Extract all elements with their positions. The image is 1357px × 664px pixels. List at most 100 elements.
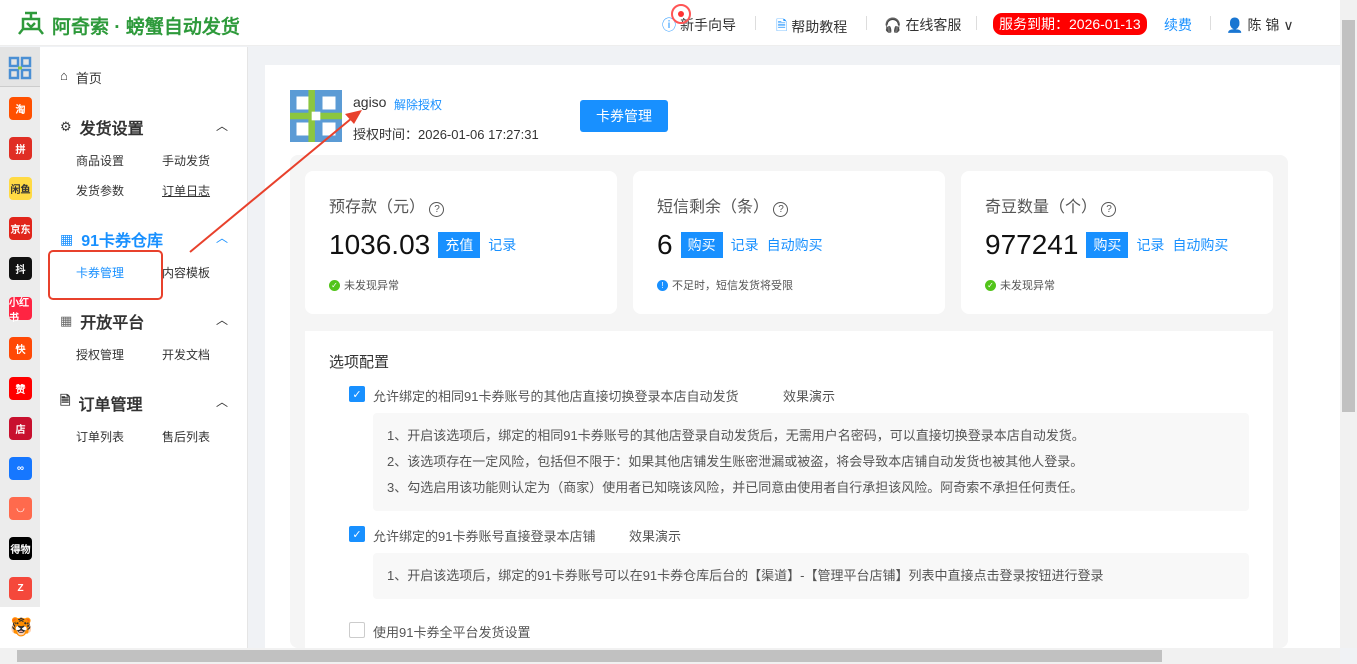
group-title: 订单管理 — [78, 397, 143, 414]
platform-icon[interactable]: 得物 — [9, 537, 32, 560]
divider — [866, 16, 867, 30]
service-link[interactable]: 🎧 在线客服 — [884, 15, 961, 35]
chevron-down-icon: ∨ — [1283, 16, 1294, 33]
opt2-checkbox[interactable]: ✓ — [349, 526, 365, 542]
brand-title: 阿奇索 · 螃蟹自动发货 — [52, 17, 240, 38]
opt1-description: 1、开启该选项后，绑定的相同91卡券账号的其他店登录自动发货后，无需用户名密码，… — [373, 413, 1249, 511]
opt1-checkbox[interactable]: ✓ — [349, 386, 365, 402]
nav-home-label: 首页 — [75, 71, 102, 86]
horizontal-scrollbar[interactable] — [0, 648, 1340, 664]
opt2-demo-link[interactable]: 效果演示 — [629, 526, 681, 545]
vertical-scrollbar[interactable] — [1340, 0, 1357, 648]
desc-line: 3、勾选启用该功能则认定为（商家）使用者已知晓该风险，并已同意由使用者自行承担该… — [387, 480, 1084, 495]
nav-item-order-list[interactable]: 订单列表 — [76, 428, 124, 445]
card-management-button[interactable]: 卡券管理 — [580, 100, 668, 132]
card-action-button[interactable]: 购买 — [1086, 232, 1129, 258]
nav-item-order-log[interactable]: 订单日志 — [162, 182, 210, 199]
help-label: 帮助教程 — [791, 19, 848, 35]
nav-home[interactable]: ⌂ 首页 — [60, 68, 102, 87]
platform-icon[interactable]: ◡ — [9, 497, 32, 520]
nav-group-open-platform[interactable]: ▦ 开放平台 — [60, 309, 144, 333]
card-link[interactable]: 自动购买 — [767, 235, 823, 255]
platform-icon[interactable]: 店 — [9, 417, 32, 440]
nav-item-dev-docs[interactable]: 开发文档 — [162, 346, 210, 363]
opt1-demo-link[interactable]: 效果演示 — [783, 386, 835, 405]
platform-icon[interactable]: 抖 — [9, 257, 32, 280]
platform-icon[interactable]: 小红书 — [9, 297, 32, 324]
card-title: 短信剩余（条） ? — [657, 193, 789, 217]
platform-icon[interactable]: Z — [9, 577, 32, 600]
platform-icon[interactable]: 淘 — [9, 97, 32, 120]
renew-link[interactable]: 续费 — [1164, 15, 1192, 35]
chevron-up-icon[interactable]: ︿ — [216, 311, 228, 328]
grid-icon: ▦ — [60, 230, 74, 247]
top-header: 阿奇索 · 螃蟹自动发货 ⓘ 新手向导 🗎 帮助教程 🎧 在线客服 服务到期：2026… — [0, 0, 1340, 46]
qr-home-icon[interactable] — [0, 47, 40, 87]
side-nav: ⌂ 首页 ⚙ 发货设置 ︿ 商品设置 手动发货 发货参数 订单日志 ▦ 91卡券仓库 … — [40, 47, 248, 648]
nav-item-aftersale-list[interactable]: 售后列表 — [162, 428, 210, 445]
unbind-link[interactable]: 解除授权 — [394, 96, 442, 113]
opt2-description: 1、开启该选项后，绑定的91卡券账号可以在91卡券仓库后台的【渠道】-【管理平台… — [373, 553, 1249, 599]
opt3-checkbox[interactable] — [349, 622, 365, 638]
card-title-text: 奇豆数量（个） — [985, 199, 1098, 216]
card-note: 不足时，短信发货将受限 — [672, 280, 793, 292]
help-circle-icon[interactable]: ? — [1101, 202, 1117, 217]
platform-icon[interactable]: 赞 — [9, 377, 32, 400]
nav-group-delivery[interactable]: ⚙ 发货设置 — [60, 115, 144, 139]
opt2-label: 允许绑定的91卡券账号直接登录本店铺 — [373, 529, 596, 544]
help-link[interactable]: 🗎 帮助教程 — [776, 15, 847, 39]
apps-icon: ▦ — [60, 313, 73, 328]
user-menu[interactable]: 👤 陈 锦 ∨ — [1226, 15, 1294, 35]
desc-line: 1、开启该选项后，绑定的91卡券账号可以在91卡券仓库后台的【渠道】-【管理平台… — [387, 568, 1104, 583]
card-link[interactable]: 记录 — [731, 235, 759, 255]
opt1-label: 允许绑定的相同91卡券账号的其他店直接切换登录本店自动发货 — [373, 389, 739, 404]
stat-card: 奇豆数量（个） ? 977241 购买 记录 自动购买 ✓ 未发现异常 — [961, 171, 1273, 314]
card-status: ✓ 未发现异常 — [329, 277, 399, 293]
nav-item-card-management[interactable]: 卡券管理 — [76, 264, 124, 281]
card-note: 未发现异常 — [344, 280, 399, 292]
group-title: 发货设置 — [79, 121, 144, 138]
card-value: 1036.03 — [329, 229, 431, 260]
platform-icon[interactable]: 拼 — [9, 137, 32, 160]
opt3-label: 使用91卡券全平台发货设置 — [373, 625, 531, 640]
divider — [755, 16, 756, 30]
nav-item-product-settings[interactable]: 商品设置 — [76, 152, 124, 169]
nav-group-orders[interactable]: 🗎 订单管理 — [60, 391, 142, 415]
home-icon: ⌂ — [60, 68, 68, 83]
chevron-up-icon[interactable]: ︿ — [216, 229, 228, 246]
nav-item-manual-delivery[interactable]: 手动发货 — [162, 152, 210, 169]
platform-icon[interactable]: ∞ — [9, 457, 32, 480]
card-value: 6 — [657, 229, 673, 260]
platform-icon[interactable]: 京东 — [9, 217, 32, 240]
platform-icon[interactable]: 快 — [9, 337, 32, 360]
nav-item-content-template[interactable]: 内容模板 — [162, 264, 210, 281]
platform-icon[interactable]: 闲鱼 — [9, 177, 32, 200]
help-circle-icon[interactable]: ? — [773, 202, 789, 217]
cursor-indicator — [671, 4, 691, 24]
account-name: agiso — [353, 94, 387, 110]
expire-badge: 服务到期：2026-01-13 — [993, 13, 1147, 35]
platform-rail: 淘拼闲鱼京东抖小红书快赞店 ∞ ◡ 得物 Z — [0, 47, 40, 607]
nav-item-delivery-params[interactable]: 发货参数 — [76, 182, 124, 199]
help-circle-icon[interactable]: ? — [429, 202, 445, 217]
chevron-up-icon[interactable]: ︿ — [216, 393, 228, 410]
card-link[interactable]: 自动购买 — [1172, 235, 1228, 255]
divider — [976, 16, 977, 30]
chevron-up-icon[interactable]: ︿ — [216, 117, 228, 134]
user-icon: 👤 — [1226, 16, 1244, 33]
91card-logo-icon — [290, 90, 342, 142]
document-icon: 🗎 — [776, 17, 788, 33]
card-link[interactable]: 记录 — [488, 235, 516, 255]
card-action-button[interactable]: 充值 — [438, 232, 481, 258]
card-title: 奇豆数量（个） ? — [985, 193, 1117, 217]
nav-item-auth-management[interactable]: 授权管理 — [76, 346, 124, 363]
nav-group-91card[interactable]: ▦ 91卡券仓库 — [60, 227, 163, 251]
card-status: ✓ 未发现异常 — [985, 277, 1055, 293]
gear-icon: ⚙ — [60, 119, 72, 134]
agiso-logo-icon — [18, 11, 44, 35]
group-title: 开放平台 — [80, 315, 145, 332]
card-link[interactable]: 记录 — [1136, 235, 1164, 255]
card-action-button[interactable]: 购买 — [680, 232, 723, 258]
headset-icon: 🎧 — [884, 16, 902, 33]
mascot-icon: 🐯 — [0, 607, 40, 648]
